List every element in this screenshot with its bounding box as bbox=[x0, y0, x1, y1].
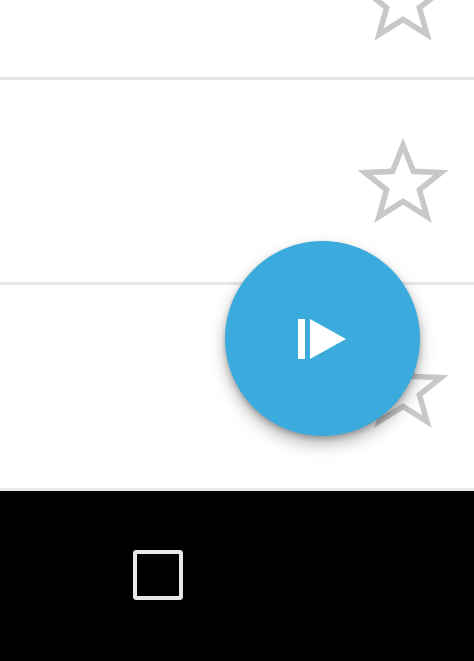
recents-square-icon bbox=[133, 550, 183, 600]
star-outline-icon[interactable] bbox=[355, 0, 451, 49]
list-item[interactable] bbox=[0, 80, 474, 285]
screen bbox=[0, 0, 474, 661]
list-item[interactable] bbox=[0, 0, 474, 80]
system-navigation-bar bbox=[0, 491, 474, 661]
play-fab-button[interactable] bbox=[225, 241, 420, 436]
recents-button[interactable] bbox=[131, 548, 191, 608]
star-outline-icon[interactable] bbox=[355, 135, 451, 231]
skip-play-icon bbox=[297, 318, 346, 359]
episode-list bbox=[0, 0, 474, 491]
